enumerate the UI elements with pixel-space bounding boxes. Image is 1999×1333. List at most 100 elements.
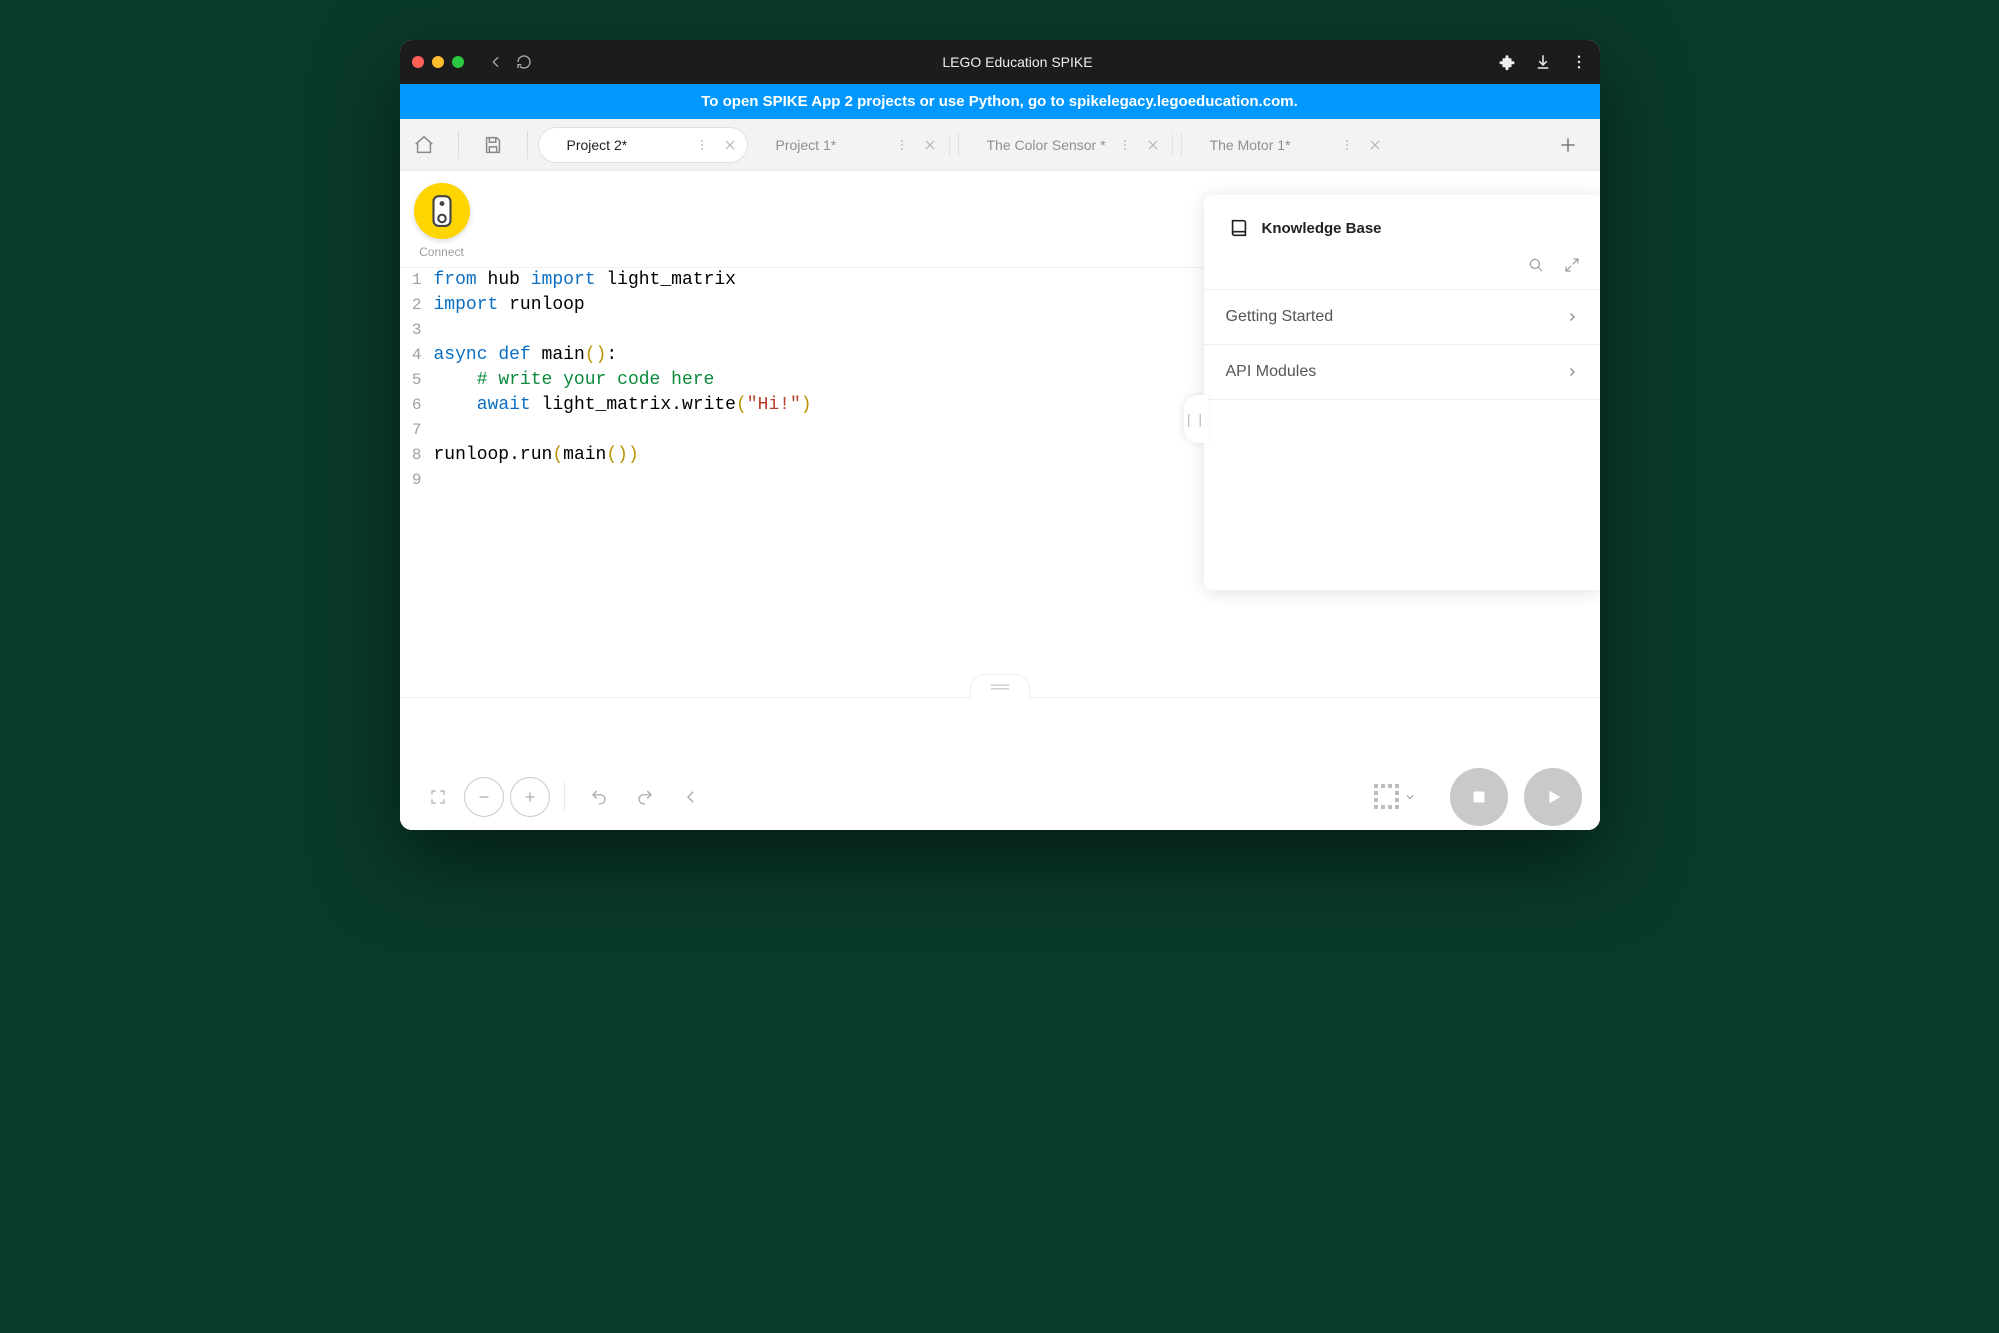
separator [527, 131, 528, 159]
maximize-window-button[interactable] [452, 56, 464, 68]
play-icon [1542, 786, 1564, 808]
kb-item[interactable]: API Modules [1204, 345, 1600, 400]
panel-collapse-handle[interactable]: | | [1184, 395, 1208, 443]
redo-icon [636, 788, 654, 806]
tab-close-button[interactable] [1366, 136, 1384, 154]
tab-close-button[interactable] [721, 136, 739, 154]
close-icon [1146, 138, 1160, 152]
connect-hub-button[interactable] [414, 183, 470, 239]
titlebar: LEGO Education SPIKE [400, 40, 1600, 84]
zoom-in-button[interactable] [510, 777, 550, 817]
tab-menu-button[interactable] [1338, 136, 1356, 154]
line-number: 3 [400, 318, 430, 343]
grip-icon [989, 683, 1011, 691]
stop-button[interactable] [1450, 768, 1508, 826]
code-content: import runloop [430, 293, 585, 318]
code-content [430, 418, 434, 443]
kb-item-label: Getting Started [1226, 308, 1334, 326]
fullscreen-button[interactable] [418, 777, 458, 817]
code-content: async def main(): [430, 343, 618, 368]
dots-vertical-icon [1340, 138, 1354, 152]
step-back-button[interactable] [671, 777, 711, 817]
stop-icon [1468, 786, 1490, 808]
new-tab-button[interactable] [1546, 123, 1590, 167]
window-controls [412, 56, 464, 68]
slot-grid-icon [1374, 784, 1400, 810]
fullscreen-icon [429, 788, 447, 806]
code-content [430, 318, 434, 343]
tab-close-button[interactable] [1144, 136, 1162, 154]
bottom-toolbar [400, 764, 1600, 830]
chevron-right-icon [1566, 311, 1578, 323]
minimize-window-button[interactable] [432, 56, 444, 68]
code-content: await light_matrix.write("Hi!") [430, 393, 812, 418]
undo-icon [590, 788, 608, 806]
reload-icon [516, 54, 532, 70]
code-content: from hub import light_matrix [430, 268, 736, 293]
plus-icon [521, 788, 539, 806]
minus-icon [475, 788, 493, 806]
legacy-banner: To open SPIKE App 2 projects or use Pyth… [400, 84, 1600, 119]
code-content: # write your code here [430, 368, 715, 393]
tab-strip: Project 2* Project 1* The Color Sensor * Th… [400, 119, 1600, 171]
slot-selector[interactable] [1374, 784, 1416, 810]
kb-item[interactable]: Getting Started [1204, 289, 1600, 345]
tab-label: The Color Sensor * [987, 137, 1106, 153]
save-icon [482, 134, 504, 156]
line-number: 9 [400, 468, 430, 493]
zoom-out-button[interactable] [464, 777, 504, 817]
close-window-button[interactable] [412, 56, 424, 68]
window-title: LEGO Education SPIKE [538, 54, 1498, 70]
tab-close-button[interactable] [921, 136, 939, 154]
tab-menu-button[interactable] [1116, 136, 1134, 154]
download-button[interactable] [1534, 53, 1552, 71]
project-tab[interactable]: Project 1* [748, 127, 958, 163]
console-drag-handle[interactable] [970, 674, 1030, 698]
tab-menu-button[interactable] [893, 136, 911, 154]
search-icon [1527, 256, 1545, 274]
tab-menu-button[interactable] [693, 136, 711, 154]
chevron-right-icon [1566, 366, 1578, 378]
undo-button[interactable] [579, 777, 619, 817]
kb-expand-button[interactable] [1562, 255, 1582, 275]
knowledge-base-panel: | | Knowledge Base Getting StartedAPI Mo… [1204, 195, 1600, 590]
app-window: LEGO Education SPIKE To open SPIKE App 2… [400, 40, 1600, 830]
line-number: 7 [400, 418, 430, 443]
line-number: 6 [400, 393, 430, 418]
close-icon [1368, 138, 1382, 152]
kb-search-button[interactable] [1526, 255, 1546, 275]
puzzle-icon [1498, 53, 1516, 71]
extensions-button[interactable] [1498, 53, 1516, 71]
dots-vertical-icon [1118, 138, 1132, 152]
chevron-down-icon [1404, 791, 1416, 803]
close-icon [723, 138, 737, 152]
tab-label: Project 1* [776, 137, 883, 153]
more-menu-button[interactable] [1570, 53, 1588, 71]
line-number: 1 [400, 268, 430, 293]
project-tab[interactable]: Project 2* [538, 127, 748, 163]
line-number: 5 [400, 368, 430, 393]
expand-icon [1563, 256, 1581, 274]
run-button[interactable] [1524, 768, 1582, 826]
chevron-left-icon [682, 788, 700, 806]
code-content [430, 468, 434, 493]
project-tab[interactable]: The Color Sensor * [959, 127, 1181, 163]
hub-icon [429, 194, 455, 228]
separator [564, 782, 565, 812]
save-button[interactable] [469, 121, 517, 169]
line-number: 8 [400, 443, 430, 468]
home-button[interactable] [400, 121, 448, 169]
book-icon [1228, 217, 1250, 239]
main-area: Connect 1from hub import light_matrix2im… [400, 171, 1600, 764]
tab-label: The Motor 1* [1210, 137, 1328, 153]
line-number: 2 [400, 293, 430, 318]
arrow-left-icon [488, 54, 504, 70]
reload-button[interactable] [510, 48, 538, 76]
dots-vertical-icon [1570, 53, 1588, 71]
close-icon [923, 138, 937, 152]
back-button[interactable] [482, 48, 510, 76]
redo-button[interactable] [625, 777, 665, 817]
project-tab[interactable]: The Motor 1* [1182, 127, 1392, 163]
kb-title: Knowledge Base [1262, 220, 1382, 237]
home-icon [413, 134, 435, 156]
